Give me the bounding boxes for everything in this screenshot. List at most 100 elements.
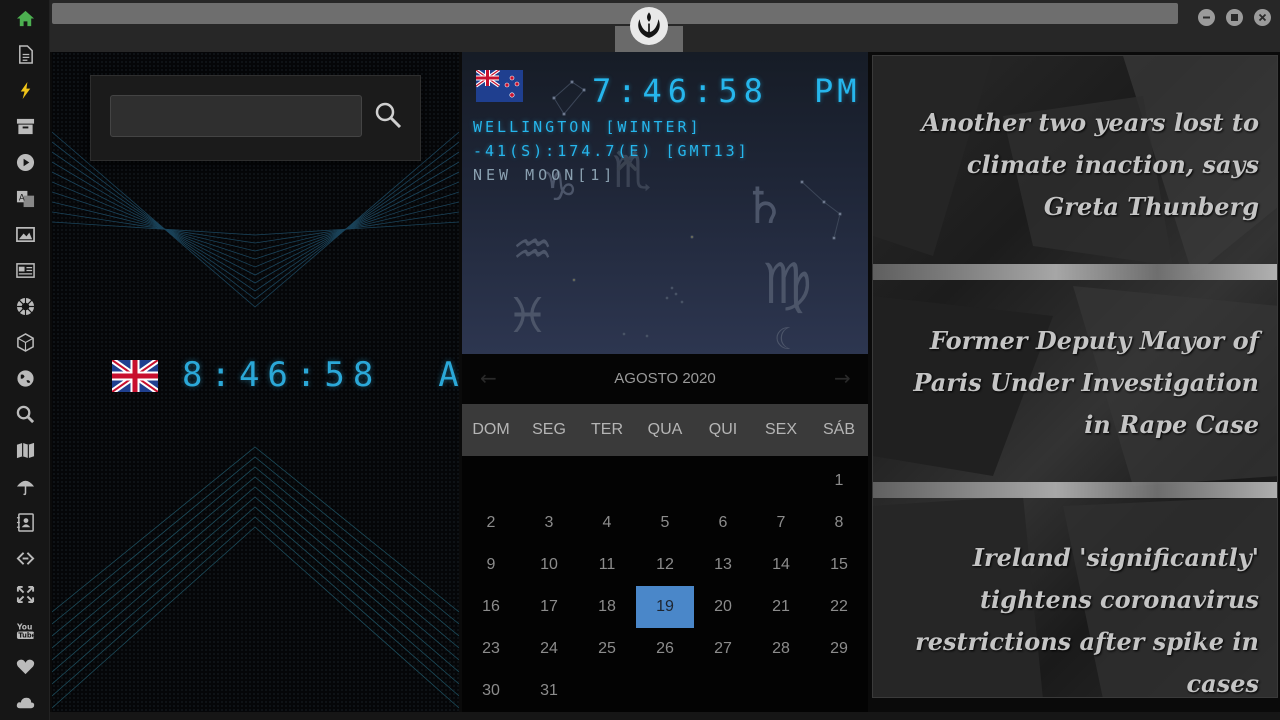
calendar-day[interactable]: 27 (694, 628, 752, 670)
link-icon[interactable] (15, 548, 35, 568)
calendar-day[interactable]: 13 (694, 544, 752, 586)
svg-text:You: You (16, 622, 32, 631)
calendar-month-label: AGOSTO 2020 (614, 370, 716, 387)
calendar-day[interactable]: 3 (520, 502, 578, 544)
svg-text:A: A (18, 193, 24, 203)
calendar-day[interactable]: 21 (752, 586, 810, 628)
calendar-day[interactable]: 17 (520, 586, 578, 628)
image-icon[interactable] (15, 224, 35, 244)
weekday-label: DOM (472, 421, 510, 438)
uk-clock-time: 8:46:58 AM (182, 355, 459, 395)
news-feed-pane: Another two years lost to climate inacti… (872, 55, 1278, 698)
world-clock-pane: 8:46:58 AM (52, 52, 459, 712)
calendar-day[interactable] (752, 460, 810, 502)
search-panel (90, 75, 421, 161)
nz-clock-time: 7:46:58 (592, 72, 769, 110)
heart-icon[interactable] (15, 656, 35, 676)
calendar-day[interactable]: 5 (636, 502, 694, 544)
play-icon[interactable] (15, 152, 35, 172)
rebel-logo-icon[interactable] (630, 7, 668, 45)
calendar-day[interactable]: 22 (810, 586, 868, 628)
calendar-day[interactable] (462, 460, 520, 502)
archive-icon[interactable] (15, 116, 35, 136)
news-headline[interactable]: Ireland 'significantly' tightens coronav… (889, 537, 1259, 697)
calendar-day[interactable]: 2 (462, 502, 520, 544)
calendar-day[interactable] (578, 670, 636, 712)
calendar-day[interactable]: 6 (694, 502, 752, 544)
moon-phase: NEW MOON[1] (473, 166, 617, 184)
calendar-day[interactable]: 18 (578, 586, 636, 628)
calendar-day[interactable] (636, 460, 694, 502)
calendar-day[interactable] (810, 670, 868, 712)
nz-coordinates: -41(S):174.7(E) [GMT13] (473, 142, 750, 160)
calendar-day[interactable] (578, 460, 636, 502)
calendar-day[interactable] (636, 670, 694, 712)
svg-text:Tube: Tube (18, 631, 35, 639)
saturn-symbol-icon: ♄ (742, 177, 787, 235)
fullscreen-icon[interactable] (15, 584, 35, 604)
umbrella-icon[interactable] (15, 476, 35, 496)
document-icon[interactable] (15, 44, 35, 64)
hexagon-icon[interactable] (15, 332, 35, 352)
nz-clock-ampm: PM (814, 72, 861, 110)
news-headline[interactable]: Another two years lost to climate inacti… (889, 102, 1259, 228)
calendar-day[interactable]: 24 (520, 628, 578, 670)
lightning-icon[interactable] (15, 80, 35, 100)
aquarius-sign-icon: ♒ (512, 222, 554, 276)
calendar-day[interactable] (694, 670, 752, 712)
weekday-label: SÁB (822, 421, 855, 438)
calendar-day[interactable]: 29 (810, 628, 868, 670)
rebel-alliance-icon[interactable] (15, 296, 35, 316)
calendar-day[interactable]: 14 (752, 544, 810, 586)
zodiac-sky-background: ♑ ♏ ♄ ♒ ♍ ♓ ✕ ☾ 7:46:58 PM WELLINGTON [W… (462, 52, 868, 354)
calendar-day-selected[interactable]: 19 (636, 586, 694, 628)
calendar-day[interactable]: 30 (462, 670, 520, 712)
calendar-day[interactable]: 7 (752, 502, 810, 544)
bottom-edge (50, 712, 1280, 720)
top-address-bar[interactable] (52, 3, 1178, 24)
contacts-icon[interactable] (15, 512, 35, 532)
minimize-button[interactable] (1198, 9, 1215, 26)
calendar-day[interactable]: 10 (520, 544, 578, 586)
calendar-day[interactable]: 16 (462, 586, 520, 628)
search-input[interactable] (110, 95, 362, 137)
calendar-day[interactable]: 11 (578, 544, 636, 586)
next-month-button[interactable]: → (834, 366, 851, 390)
title-bar (50, 0, 1280, 52)
home-icon[interactable] (15, 8, 35, 28)
calendar-grid: 1 2 3 4 5 6 7 8 9 10 11 12 13 14 15 16 1… (462, 460, 868, 712)
close-button[interactable] (1254, 9, 1271, 26)
calendar-day[interactable]: 23 (462, 628, 520, 670)
calendar-week: 16 17 18 19 20 21 22 (462, 586, 868, 628)
calendar-week: 30 31 (462, 670, 868, 712)
calendar-day[interactable]: 31 (520, 670, 578, 712)
calendar-day[interactable]: 9 (462, 544, 520, 586)
globe-icon[interactable] (15, 368, 35, 388)
calendar-day[interactable]: 20 (694, 586, 752, 628)
weekday-label: TER (591, 421, 623, 438)
news-icon[interactable] (15, 260, 35, 280)
calendar-day[interactable]: 28 (752, 628, 810, 670)
youtube-icon[interactable]: You Tube (15, 620, 35, 640)
calendar-day[interactable] (752, 670, 810, 712)
search-button[interactable] (373, 100, 403, 130)
calendar-day[interactable] (520, 460, 578, 502)
calendar-day[interactable]: 1 (810, 460, 868, 502)
weekday-label: SEX (764, 421, 797, 438)
calendar-day[interactable] (694, 460, 752, 502)
calendar-day[interactable]: 12 (636, 544, 694, 586)
maximize-button[interactable] (1226, 9, 1243, 26)
cloud-icon[interactable] (15, 692, 35, 712)
weekday-label: QUI (708, 421, 738, 438)
news-headline[interactable]: Former Deputy Mayor of Paris Under Inves… (889, 320, 1259, 446)
search-icon[interactable] (15, 404, 35, 424)
map-icon[interactable] (15, 440, 35, 460)
calendar-day[interactable]: 26 (636, 628, 694, 670)
calendar-day[interactable]: 25 (578, 628, 636, 670)
calendar-day[interactable]: 8 (810, 502, 868, 544)
calendar-week: 1 (462, 460, 868, 502)
translate-icon[interactable]: A (15, 188, 35, 208)
calendar-week: 2 3 4 5 6 7 8 (462, 502, 868, 544)
calendar-day[interactable]: 4 (578, 502, 636, 544)
calendar-day[interactable]: 15 (810, 544, 868, 586)
